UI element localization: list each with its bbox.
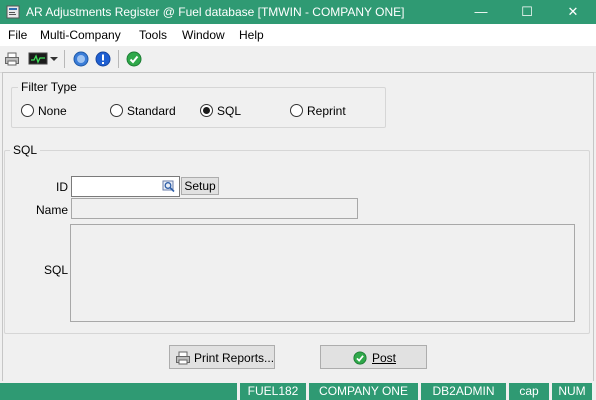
radio-reprint[interactable] <box>290 104 303 117</box>
post-label: Post <box>372 351 397 365</box>
menu-help[interactable]: Help <box>239 28 264 42</box>
filter-type-legend: Filter Type <box>18 80 80 94</box>
name-field <box>71 198 358 219</box>
app-icon <box>6 5 20 19</box>
radio-sql[interactable] <box>200 104 213 117</box>
sql-label: SQL <box>43 263 68 277</box>
menu-tools[interactable]: Tools <box>139 28 167 42</box>
check-icon <box>353 351 367 365</box>
help-icon[interactable] <box>73 51 89 67</box>
id-input[interactable] <box>71 176 180 197</box>
close-button[interactable]: ✕ <box>550 0 596 24</box>
status-bar: FUEL182 COMPANY ONE DB2ADMIN cap NUM <box>0 381 596 400</box>
setup-button[interactable]: Setup <box>181 177 219 195</box>
toolbar-separator <box>118 50 119 68</box>
print-reports-button[interactable]: Print Reports... <box>169 345 275 369</box>
status-company: COMPANY ONE <box>309 383 418 400</box>
sql-textarea <box>70 224 575 322</box>
printer-icon[interactable] <box>4 51 20 67</box>
radio-none-label[interactable]: None <box>38 104 67 118</box>
menu-bar: File Multi-Company Tools Window Help <box>0 24 596 46</box>
maximize-button[interactable]: ☐ <box>504 0 550 24</box>
status-empty <box>0 383 237 400</box>
radio-sql-label[interactable]: SQL <box>217 104 241 118</box>
menu-file[interactable]: File <box>8 28 27 42</box>
status-caps: cap <box>509 383 549 400</box>
sql-group-legend: SQL <box>10 143 41 157</box>
toolbar-separator <box>64 50 65 68</box>
status-user: DB2ADMIN <box>421 383 506 400</box>
id-label: ID <box>56 180 68 194</box>
lookup-icon[interactable] <box>162 180 176 193</box>
radio-reprint-label[interactable]: Reprint <box>307 104 346 118</box>
radio-standard[interactable] <box>110 104 123 117</box>
menu-window[interactable]: Window <box>182 28 225 42</box>
status-num: NUM <box>552 383 592 400</box>
menu-multi-company[interactable]: Multi-Company <box>40 28 121 42</box>
radio-standard-label[interactable]: Standard <box>127 104 176 118</box>
toolbar <box>0 46 596 73</box>
name-label: Name <box>35 203 68 217</box>
print-reports-label: Print Reports... <box>194 351 275 365</box>
status-database: FUEL182 <box>240 383 306 400</box>
info-icon[interactable] <box>95 51 111 67</box>
check-icon[interactable] <box>126 51 142 67</box>
radio-none[interactable] <box>21 104 34 117</box>
dropdown-arrow-icon[interactable] <box>50 51 58 67</box>
printer-icon <box>176 351 190 365</box>
window-title: AR Adjustments Register @ Fuel database … <box>26 5 405 19</box>
minimize-button[interactable]: — <box>458 0 504 24</box>
post-button[interactable]: Post <box>320 345 427 369</box>
monitor-icon[interactable] <box>28 51 48 67</box>
title-bar[interactable]: AR Adjustments Register @ Fuel database … <box>0 0 596 24</box>
